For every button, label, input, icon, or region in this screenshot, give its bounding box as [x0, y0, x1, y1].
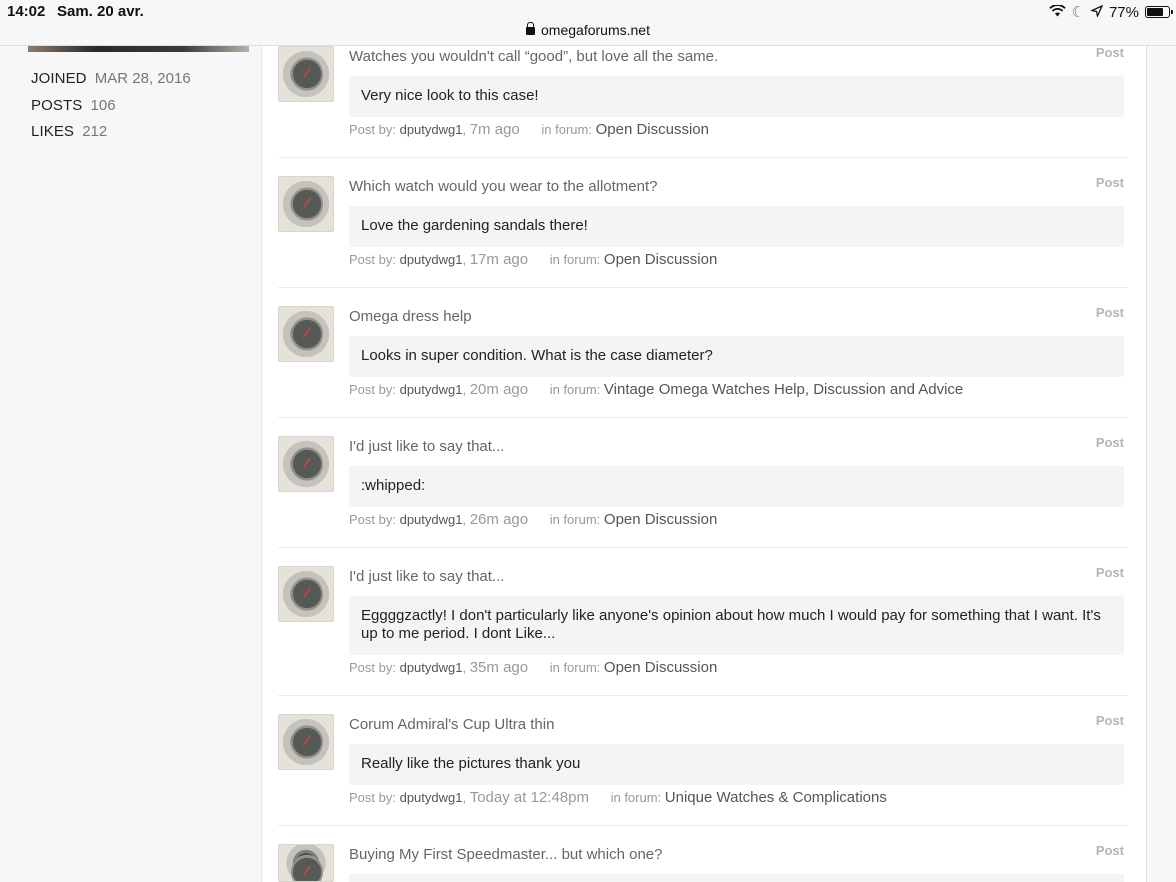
username-link[interactable]: dputydwg1 [400, 660, 463, 675]
content-type-label: Post [1095, 45, 1124, 60]
date: Sam. 20 avr. [57, 3, 144, 20]
forum-link[interactable]: Open Discussion [604, 511, 717, 528]
moon-icon: ☾ [1071, 4, 1085, 21]
post-meta: Post by: dputydwg1, 20m ago in forum: Vi… [349, 381, 964, 398]
post-by-label: Post by: [349, 382, 396, 397]
content-type-label: Post [1095, 565, 1124, 580]
post-snippet[interactable]: Really like the pictures thank you [349, 744, 1124, 785]
post-meta: Post by: dputydwg1, 17m ago in forum: Op… [349, 251, 718, 268]
post-time[interactable]: 35m ago [470, 659, 528, 676]
profile-stats: JOINED MAR 28, 2016 POSTS 106 LIKES 212 [31, 69, 191, 149]
post-time[interactable]: 17m ago [470, 251, 528, 268]
thread-title-link[interactable]: Omega dress help [349, 308, 472, 325]
status-icons: ☾ 77% [1048, 3, 1173, 21]
post-by-label: Post by: [349, 512, 396, 527]
posts-stat[interactable]: POSTS 106 [31, 96, 191, 123]
content-type-label: Post [1095, 435, 1124, 450]
wifi-icon [1048, 3, 1066, 21]
thread-title-link[interactable]: I'd just like to say that... [349, 438, 504, 455]
activity-item: Buying My First Speedmaster... but which… [278, 843, 1128, 882]
post-time[interactable]: Today at 12:48pm [470, 789, 589, 806]
user-avatar[interactable] [278, 714, 334, 770]
profile-sidebar: JOINED MAR 28, 2016 POSTS 106 LIKES 212 [0, 0, 262, 882]
content-type-label: Post [1095, 713, 1124, 728]
post-snippet[interactable]: Looks in super condition. What is the ca… [349, 336, 1124, 377]
forum-link[interactable]: Vintage Omega Watches Help, Discussion a… [604, 381, 963, 398]
post-meta: Post by: dputydwg1, 7m ago in forum: Ope… [349, 121, 709, 138]
post-by-label: Post by: [349, 660, 396, 675]
post-snippet[interactable]: Eggggzactly! I don't particularly like a… [349, 596, 1124, 655]
posts-label: POSTS [31, 96, 83, 114]
thread-title-link[interactable]: I'd just like to say that... [349, 568, 504, 585]
battery-percent: 77% [1108, 3, 1139, 21]
joined-value: MAR 28, 2016 [94, 70, 191, 87]
post-by-label: Post by: [349, 122, 396, 137]
likes-value: 212 [82, 123, 108, 140]
post-meta: Post by: dputydwg1, 26m ago in forum: Op… [349, 511, 718, 528]
activity-item: Which watch would you wear to the allotm… [278, 175, 1128, 288]
browser-status-bar: 14:02 Sam. 20 avr. omegaforums.net ☾ 77% [0, 0, 1176, 46]
post-by-label: Post by: [349, 790, 396, 805]
content-type-label: Post [1095, 175, 1124, 190]
activity-item: I'd just like to say that... Post Eggggz… [278, 565, 1128, 696]
post-meta: Post by: dputydwg1, 35m ago in forum: Op… [349, 659, 718, 676]
username-link[interactable]: dputydwg1 [400, 512, 463, 527]
clock: 14:02 [7, 3, 46, 20]
activity-item: Corum Admiral's Cup Ultra thin Post Real… [278, 713, 1128, 826]
in-forum-label: in forum: [549, 512, 601, 527]
location-arrow-icon [1089, 4, 1104, 21]
in-forum-label: in forum: [549, 382, 601, 397]
post-time[interactable]: 7m ago [470, 121, 520, 138]
content-type-label: Post [1095, 843, 1124, 858]
post-snippet[interactable] [349, 874, 1124, 882]
username-link[interactable]: dputydwg1 [400, 382, 463, 397]
post-time[interactable]: 20m ago [470, 381, 528, 398]
post-meta: Post by: dputydwg1, Today at 12:48pm in … [349, 789, 887, 806]
content-type-label: Post [1095, 305, 1124, 320]
user-avatar[interactable] [278, 844, 334, 882]
in-forum-label: in forum: [541, 122, 592, 137]
in-forum-label: in forum: [549, 252, 601, 267]
joined-stat: JOINED MAR 28, 2016 [31, 69, 191, 96]
joined-label: JOINED [31, 70, 87, 87]
thread-title-link[interactable]: Watches you wouldn't call “good”, but lo… [349, 48, 718, 65]
in-forum-label: in forum: [610, 790, 662, 805]
page-root: JOINED MAR 28, 2016 POSTS 106 LIKES 212 … [0, 0, 1176, 882]
likes-stat[interactable]: LIKES 212 [31, 122, 191, 149]
user-avatar[interactable] [278, 46, 334, 102]
forum-link[interactable]: Open Discussion [596, 121, 709, 138]
post-snippet[interactable]: Very nice look to this case! [349, 76, 1124, 117]
posts-value: 106 [90, 96, 116, 114]
url-text: omegaforums.net [541, 22, 650, 38]
in-forum-label: in forum: [549, 660, 601, 675]
username-link[interactable]: dputydwg1 [400, 122, 463, 137]
thread-title-link[interactable]: Which watch would you wear to the allotm… [349, 178, 658, 195]
battery-icon [1145, 6, 1173, 18]
activity-item: Omega dress help Post Looks in super con… [278, 305, 1128, 418]
user-avatar[interactable] [278, 306, 334, 362]
username-link[interactable]: dputydwg1 [400, 252, 463, 267]
user-avatar[interactable] [278, 176, 334, 232]
post-snippet[interactable]: :whipped: [349, 466, 1124, 507]
forum-link[interactable]: Unique Watches & Complications [665, 789, 887, 806]
activity-item: Watches you wouldn't call “good”, but lo… [278, 45, 1128, 158]
thread-title-link[interactable]: Buying My First Speedmaster... but which… [349, 846, 662, 863]
address-bar[interactable]: omegaforums.net [0, 22, 1176, 38]
user-avatar[interactable] [278, 566, 334, 622]
post-time[interactable]: 26m ago [470, 511, 528, 528]
thread-title-link[interactable]: Corum Admiral's Cup Ultra thin [349, 716, 554, 733]
username-link[interactable]: dputydwg1 [400, 790, 463, 805]
lock-icon [526, 22, 536, 35]
forum-link[interactable]: Open Discussion [604, 251, 717, 268]
user-avatar[interactable] [278, 436, 334, 492]
post-snippet[interactable]: Love the gardening sandals there! [349, 206, 1124, 247]
forum-link[interactable]: Open Discussion [604, 659, 717, 676]
likes-label: LIKES [31, 123, 75, 140]
activity-item: I'd just like to say that... Post :whipp… [278, 435, 1128, 548]
post-by-label: Post by: [349, 252, 396, 267]
